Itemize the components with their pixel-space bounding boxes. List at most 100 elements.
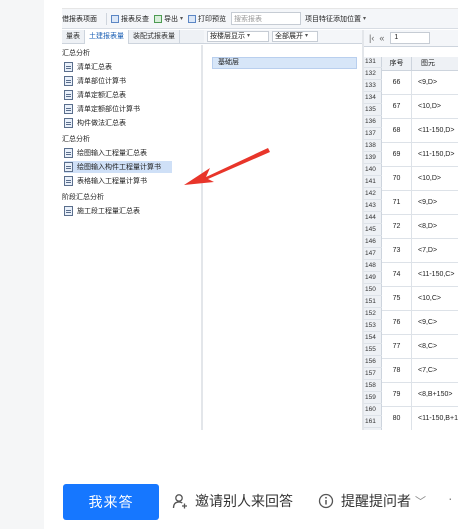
row-number: 131	[364, 57, 382, 68]
expand-select[interactable]: 全部展开 ▾	[272, 31, 318, 42]
row-number: 140	[364, 165, 382, 176]
row-number: 161	[364, 417, 382, 428]
toolbar-item-feature-position[interactable]: 项目特征添加位置 ▾	[305, 14, 366, 24]
left-gutter	[0, 0, 44, 529]
report-tree: 汇总分析 清单汇总表 清单部位计算书 清单定额汇总表 清单定额部位计算书 构件做…	[62, 45, 201, 430]
table-row[interactable]: 80 <11-150,B+150	[382, 407, 458, 430]
page: 借报表项面 报表反查 导出 ▾ 打印预览 搜索报表 项目特征添加位置 ▾ 量表 土建…	[0, 0, 458, 529]
invite-user-icon	[172, 494, 187, 509]
row-number: 150	[364, 285, 382, 296]
tree-item-label: 施工段工程量汇总表	[77, 208, 140, 215]
table-row[interactable]: 71 <9,D>	[382, 191, 458, 215]
report-search-input[interactable]: 搜索报表	[231, 12, 302, 25]
display-mode-select[interactable]: 按楼层显示 ▾	[207, 31, 269, 42]
cell-seq: 69	[382, 143, 412, 167]
more-icon[interactable]: ·	[448, 490, 453, 506]
chevron-down-icon: ▾	[180, 16, 184, 22]
column-header-seq[interactable]: 序号	[382, 57, 412, 71]
toolbar-item-export[interactable]: 导出 ▾	[154, 14, 183, 24]
table-row[interactable]: 70 <10,D>	[382, 167, 458, 191]
toolbar-item-print-preview[interactable]: 打印预览	[188, 14, 226, 24]
tree-item-label: 清单定额部位计算书	[77, 106, 140, 113]
first-page-icon[interactable]: |‹	[369, 33, 374, 43]
tree-item[interactable]: 构件做法汇总表	[64, 117, 126, 129]
row-number: 133	[364, 81, 382, 92]
cell-seq: 67	[382, 95, 412, 119]
row-number: 144	[364, 213, 382, 224]
cell-seq: 79	[382, 383, 412, 407]
row-number: 149	[364, 273, 382, 284]
tree-group-title[interactable]: 汇总分析	[62, 134, 90, 144]
row-number: 142	[364, 189, 382, 200]
tree-item[interactable]: 清单汇总表	[64, 61, 112, 73]
pager: |‹ « 1	[364, 30, 458, 47]
document-icon	[64, 176, 73, 186]
document-icon	[64, 90, 73, 100]
table-row[interactable]: 73 <7,D>	[382, 239, 458, 263]
document-icon	[64, 62, 73, 72]
document-icon	[64, 104, 73, 114]
cell-seq: 70	[382, 167, 412, 191]
tree-item-label: 表格输入工程量计算书	[77, 178, 147, 185]
table-row[interactable]: 75 <10,C>	[382, 287, 458, 311]
table-row[interactable]: 67 <10,D>	[382, 95, 458, 119]
tree-item[interactable]: 清单定额部位计算书	[64, 103, 140, 115]
tree-item[interactable]: 清单定额汇总表	[64, 89, 126, 101]
floor-row-selected[interactable]: 基础层	[212, 57, 357, 69]
cell-figure: <11-150,D>	[418, 151, 455, 158]
tree-item[interactable]: 表格输入工程量计算书	[64, 175, 147, 187]
tree-item-label: 清单部位计算书	[77, 78, 126, 85]
cell-figure: <8,B+150>	[418, 391, 453, 398]
table-row[interactable]: 77 <8,C>	[382, 335, 458, 359]
table-row[interactable]: 68 <11-150,D>	[382, 119, 458, 143]
table-row[interactable]: 69 <11-150,D>	[382, 143, 458, 167]
invite-button[interactable]: 邀请别人来回答	[172, 491, 293, 511]
table-row[interactable]: 72 <8,D>	[382, 215, 458, 239]
toolbar-item-reverse-lookup[interactable]: 报表反查	[111, 14, 149, 24]
tab-prefab-report[interactable]: 装配式报表量	[129, 30, 180, 44]
tree-group-title[interactable]: 汇总分析	[62, 48, 90, 58]
row-number: 132	[364, 69, 382, 80]
cell-seq: 66	[382, 71, 412, 95]
embedded-screenshot: 借报表项面 报表反查 导出 ▾ 打印预览 搜索报表 项目特征添加位置 ▾ 量表 土建…	[62, 8, 458, 430]
previous-page-icon[interactable]: «	[379, 33, 384, 43]
toolbar-label: 导出	[164, 15, 178, 23]
table-row[interactable]: 78 <7,C>	[382, 359, 458, 383]
answer-button[interactable]: 我来答	[63, 484, 159, 520]
arrow-shape	[184, 148, 270, 185]
document-icon	[64, 162, 73, 172]
tree-item[interactable]: 施工段工程量汇总表	[64, 205, 140, 217]
tree-item[interactable]: 绘图输入工程量汇总表	[64, 147, 147, 159]
toolbar-item-report-items[interactable]: 借报表项面	[62, 14, 97, 24]
tree-group-title[interactable]: 阶段汇总分析	[62, 192, 104, 202]
row-number: 154	[364, 333, 382, 344]
row-number: 137	[364, 129, 382, 140]
floor-toolbar: 按楼层显示 ▾ 全部展开 ▾	[204, 30, 362, 44]
tree-item[interactable]: 清单部位计算书	[64, 75, 126, 87]
tree-item-selected[interactable]: 绘图输入构件工程量计算书	[64, 161, 172, 173]
panel-splitter[interactable]	[201, 45, 203, 430]
cell-figure: <10,D>	[418, 175, 441, 182]
cell-figure: <10,D>	[418, 103, 441, 110]
table-row[interactable]: 74 <11-150,C>	[382, 263, 458, 287]
tab-civil-report[interactable]: 土建报表量	[85, 30, 129, 44]
chevron-down-icon[interactable]: ﹀	[415, 493, 426, 509]
column-header-figure[interactable]: 图元	[413, 57, 435, 71]
row-number: 147	[364, 249, 382, 260]
row-number: 139	[364, 153, 382, 164]
tab-quantity-report[interactable]: 量表	[62, 30, 85, 44]
remind-button[interactable]: 提醒提问者 ﹀	[318, 491, 426, 511]
page-number-input[interactable]: 1	[390, 32, 431, 44]
row-number: 152	[364, 309, 382, 320]
select-value: 按楼层显示	[210, 33, 245, 40]
row-number: 143	[364, 201, 382, 212]
tree-item-label: 清单定额汇总表	[77, 92, 126, 99]
row-number: 159	[364, 393, 382, 404]
report-icon	[111, 14, 119, 23]
info-icon	[318, 493, 334, 509]
row-number: 135	[364, 105, 382, 116]
table-row[interactable]: 66 <9,D>	[382, 71, 458, 95]
table-row[interactable]: 79 <8,B+150>	[382, 383, 458, 407]
cell-seq: 78	[382, 359, 412, 383]
table-row[interactable]: 76 <9,C>	[382, 311, 458, 335]
